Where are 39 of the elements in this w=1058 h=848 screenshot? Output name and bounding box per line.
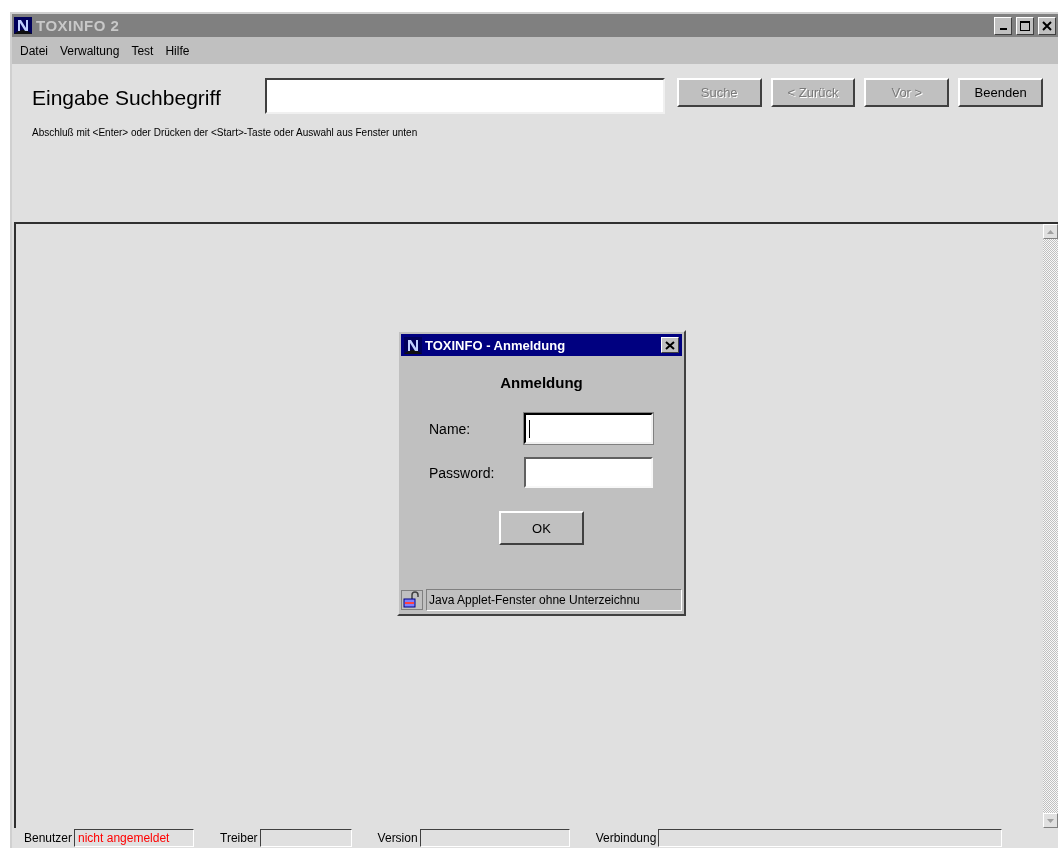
input-field[interactable] (524, 457, 653, 488)
status-label: Treiber (220, 831, 258, 845)
text-cursor (529, 419, 530, 438)
window-title: TOXINFO 2 (36, 17, 121, 34)
unlocked-padlock-icon (401, 590, 423, 610)
status-label: Version (377, 831, 418, 845)
maximize-icon (1020, 20, 1030, 31)
scroll-down-button[interactable] (1043, 813, 1058, 828)
dialog-heading: Anmeldung (500, 374, 583, 391)
dialog-title: TOXINFO - Anmeldung (425, 337, 567, 353)
input-field[interactable] (524, 413, 653, 444)
maximize-button[interactable] (1016, 16, 1034, 35)
minimize-icon (999, 27, 1007, 30)
status-label: Verbindung (595, 831, 657, 845)
close-icon (665, 340, 675, 350)
applet-warning: Java Applet-Fenster ohne Unterzeichnu (426, 589, 682, 611)
field-label: Name: (429, 420, 472, 437)
scroll-up-button[interactable] (1043, 224, 1058, 239)
dialog-logo-icon (404, 336, 422, 354)
toolbar-button[interactable]: Beenden (958, 78, 1043, 107)
menu-item[interactable]: Hilfe (165, 43, 190, 58)
status-field: nicht angemeldet (74, 829, 195, 847)
down-arrow-icon (1047, 818, 1054, 823)
ok-button[interactable]: OK (499, 511, 584, 545)
close-icon (1042, 20, 1052, 31)
app-logo-icon (14, 17, 32, 34)
scrollbar[interactable] (1043, 224, 1058, 828)
hint-text: Abschluß mit <Enter> oder Drücken der <Start>-Taste oder Auswahl aus Fenster unten (32, 127, 419, 138)
status-label: Benutzer (24, 831, 73, 845)
up-arrow-icon (1047, 229, 1054, 234)
close-button[interactable] (1038, 16, 1056, 35)
field-label: Password: (429, 464, 496, 481)
search-label: Eingabe Suchbegriff (32, 86, 222, 110)
minimize-button[interactable] (994, 16, 1012, 35)
search-field[interactable] (264, 78, 665, 114)
close-button[interactable] (661, 337, 679, 353)
menu-item[interactable]: Datei (20, 43, 48, 58)
menu-item[interactable]: Verwaltung (60, 43, 120, 58)
menu-item[interactable]: Test (131, 43, 154, 58)
